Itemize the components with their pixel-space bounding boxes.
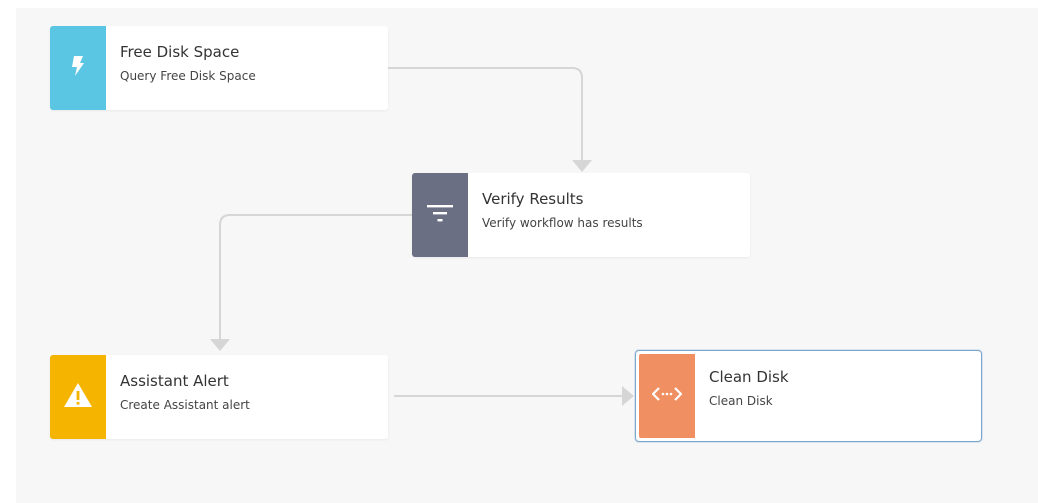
node-icon-tile: [639, 354, 695, 438]
node-title: Verify Results: [482, 190, 584, 208]
node-subtitle: Clean Disk: [709, 394, 773, 408]
node-subtitle: Create Assistant alert: [120, 398, 250, 412]
node-clean-disk[interactable]: Clean Disk Clean Disk: [635, 350, 982, 442]
node-title: Assistant Alert: [120, 372, 229, 390]
node-subtitle: Query Free Disk Space: [120, 69, 256, 83]
filter-icon: [427, 203, 453, 228]
node-title: Free Disk Space: [120, 43, 240, 61]
workflow-canvas: Free Disk Space Query Free Disk Space Ve…: [0, 0, 1038, 503]
node-icon-tile: [412, 173, 468, 257]
node-icon-tile: [50, 26, 106, 110]
node-assistant-alert[interactable]: Assistant Alert Create Assistant alert: [50, 355, 388, 439]
node-icon-tile: [50, 355, 106, 439]
node-free-disk-space[interactable]: Free Disk Space Query Free Disk Space: [50, 26, 388, 110]
warning-icon: [63, 382, 93, 413]
lightning-bolt-icon: [71, 55, 85, 82]
code-brackets-icon: [651, 386, 683, 407]
node-title: Clean Disk: [709, 368, 789, 386]
node-verify-results[interactable]: Verify Results Verify workflow has resul…: [412, 173, 750, 257]
node-subtitle: Verify workflow has results: [482, 216, 643, 230]
